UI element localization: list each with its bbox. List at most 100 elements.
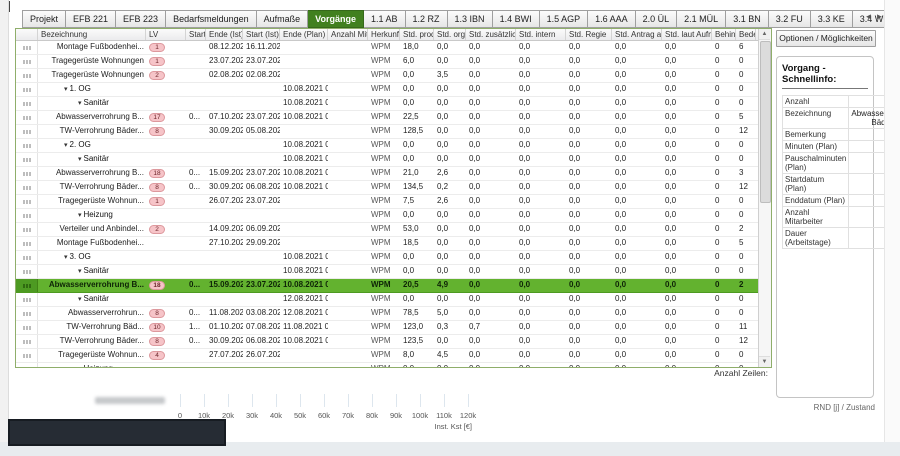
- tree-collapse-icon[interactable]: ▾: [78, 268, 82, 275]
- row-grip-cell[interactable]: [16, 321, 38, 334]
- tab-3-3-ke[interactable]: 3.3 KE: [810, 10, 853, 28]
- drag-handle-icon[interactable]: [23, 115, 31, 120]
- row-grip-cell[interactable]: [16, 349, 38, 362]
- table-row[interactable]: ▾Sanitär 10.08.2021 00:... WPM 0,0 0,0 0,0 0,0…: [16, 97, 758, 111]
- tree-collapse-icon[interactable]: ▾: [78, 100, 82, 107]
- scroll-up-icon[interactable]: ▲: [759, 29, 770, 40]
- tab-aufmaße[interactable]: Aufmaße: [256, 10, 309, 28]
- drag-handle-icon[interactable]: [23, 297, 31, 302]
- row-grip-cell[interactable]: [16, 209, 38, 222]
- drag-handle-icon[interactable]: [23, 241, 31, 246]
- table-row[interactable]: ▾Sanitär 10.08.2021 00:... WPM 0,0 0,0 0,0 0,0…: [16, 153, 758, 167]
- column-header[interactable]: Std. intern: [516, 29, 566, 40]
- table-row[interactable]: Montage Fußbodenhei... 1 08.12.202...16.11…: [16, 41, 758, 55]
- table-row[interactable]: Tragegerüste Wohnun... 1 26.07.202...23.07…: [16, 195, 758, 209]
- options-button[interactable]: Optionen / Möglichkeiten: [776, 30, 876, 47]
- table-row[interactable]: ▾3. OG 10.08.2021 00:... WPM 0,0 0,0 0,0 0,0 0,…: [16, 251, 758, 265]
- drag-handle-icon[interactable]: [23, 171, 31, 176]
- drag-handle-icon[interactable]: [23, 199, 31, 204]
- row-grip-cell[interactable]: [16, 139, 38, 152]
- row-grip-cell[interactable]: [16, 279, 38, 292]
- drag-handle-icon[interactable]: [23, 255, 31, 260]
- column-header[interactable]: Ende (Plan): [280, 29, 328, 40]
- column-header[interactable]: Bezeichnung: [38, 29, 146, 40]
- tree-collapse-icon[interactable]: ▾: [78, 212, 82, 219]
- row-grip-cell[interactable]: [16, 307, 38, 320]
- tree-collapse-icon[interactable]: ▾: [78, 156, 82, 163]
- tab-bedarfsmeldungen[interactable]: Bedarfsmeldungen: [166, 10, 257, 28]
- scroll-down-icon[interactable]: ▼: [759, 356, 770, 367]
- table-row[interactable]: ▾2. OG 10.08.2021 00:... WPM 0,0 0,0 0,0 0,0 0,…: [16, 139, 758, 153]
- row-grip-cell[interactable]: [16, 251, 38, 264]
- row-grip-cell[interactable]: [16, 293, 38, 306]
- column-header[interactable]: Std. zusätzlich: [466, 29, 516, 40]
- column-header[interactable]: Behinde: [712, 29, 736, 40]
- tab-1-4-bwi[interactable]: 1.4 BWI: [492, 10, 540, 28]
- drag-handle-icon[interactable]: [23, 129, 31, 134]
- tab-1-3-ibn[interactable]: 1.3 IBN: [447, 10, 493, 28]
- column-header[interactable]: Bedenke: [736, 29, 756, 40]
- column-header[interactable]: LV: [146, 29, 186, 40]
- drag-handle-icon[interactable]: [23, 73, 31, 78]
- column-header[interactable]: Std. Regie: [566, 29, 612, 40]
- tab-projekt[interactable]: Projekt: [22, 10, 67, 28]
- table-row[interactable]: Montage Fußbodenhei... 27.10.202...29.09.…: [16, 237, 758, 251]
- column-header[interactable]: Std. laut Aufmaß: [662, 29, 712, 40]
- drag-handle-icon[interactable]: [23, 353, 31, 358]
- table-row[interactable]: Abwasserverrohrung B... 18 0... 15.09.202..…: [16, 279, 758, 293]
- tab-3-1-bn[interactable]: 3.1 BN: [726, 10, 769, 28]
- column-header[interactable]: Herkunft: [368, 29, 400, 40]
- row-grip-cell[interactable]: [16, 237, 38, 250]
- tree-collapse-icon[interactable]: ▾: [64, 254, 68, 261]
- table-vertical-scrollbar[interactable]: ▲ ▼: [758, 29, 771, 367]
- tab-efb-221[interactable]: EFB 221: [66, 10, 117, 28]
- row-grip-cell[interactable]: [16, 363, 38, 367]
- tab-vorgänge[interactable]: Vorgänge: [308, 10, 364, 28]
- table-row[interactable]: Abwasserverrohrun... 8 0... 11.08.202...03.…: [16, 307, 758, 321]
- column-header[interactable]: Std. organis: [434, 29, 466, 40]
- tree-collapse-icon[interactable]: ▾: [64, 142, 68, 149]
- drag-handle-icon[interactable]: [23, 59, 31, 64]
- table-row[interactable]: Abwasserverrohrung B... 18 0... 15.09.202..…: [16, 167, 758, 181]
- row-grip-cell[interactable]: [16, 181, 38, 194]
- tree-collapse-icon[interactable]: ▾: [64, 86, 68, 93]
- drag-handle-icon[interactable]: [23, 101, 31, 106]
- drag-handle-icon[interactable]: [23, 269, 31, 274]
- row-grip-cell[interactable]: [16, 335, 38, 348]
- tab-1-1-ab[interactable]: 1.1 AB: [364, 10, 406, 28]
- column-header[interactable]: Anzahl Mitarbe: [328, 29, 368, 40]
- table-row[interactable]: ▾HeizungWPM0,00,00,00,00,00,00,000: [16, 363, 758, 367]
- column-header[interactable]: Std. produk: [400, 29, 434, 40]
- row-grip-cell[interactable]: [16, 195, 38, 208]
- drag-handle-icon[interactable]: [23, 311, 31, 316]
- table-row[interactable]: Tragegerüste Wohnun... 4 27.07.202...26.07…: [16, 349, 758, 363]
- tab-efb-223[interactable]: EFB 223: [116, 10, 167, 28]
- row-grip-cell[interactable]: [16, 153, 38, 166]
- column-header[interactable]: Start (Ist): [243, 29, 280, 40]
- drag-handle-icon[interactable]: [23, 143, 31, 148]
- table-row[interactable]: Tragegerüste Wohnungen 1 23.07.202...23.07…: [16, 55, 758, 69]
- row-grip-cell[interactable]: [16, 41, 38, 54]
- table-row[interactable]: Abwasserverrohrung B... 17 0... 07.10.202..…: [16, 111, 758, 125]
- tree-collapse-icon[interactable]: ▾: [78, 296, 82, 303]
- drag-handle-icon[interactable]: [23, 213, 31, 218]
- header-grip-spacer[interactable]: [16, 29, 38, 40]
- table-row[interactable]: Tragegerüste Wohnungen 2 02.08.202...02.08…: [16, 69, 758, 83]
- table-row[interactable]: Verteiler und Anbindel... 2 14.09.202...06…: [16, 223, 758, 237]
- row-grip-cell[interactable]: [16, 265, 38, 278]
- drag-handle-icon[interactable]: [23, 339, 31, 344]
- row-grip-cell[interactable]: [16, 83, 38, 96]
- column-header[interactable]: Start: [186, 29, 206, 40]
- table-row[interactable]: ▾Sanitär 12.08.2021 00:... WPM 0,0 0,0 0,0 0,0…: [16, 293, 758, 307]
- row-grip-cell[interactable]: [16, 167, 38, 180]
- drag-handle-icon[interactable]: [23, 283, 31, 288]
- drag-handle-icon[interactable]: [23, 87, 31, 92]
- row-grip-cell[interactable]: [16, 125, 38, 138]
- drag-handle-icon[interactable]: [23, 157, 31, 162]
- column-header[interactable]: Std. Antrag auf Rü: [612, 29, 662, 40]
- table-row[interactable]: TW-Verrohrung Bäder... 8 30.09.202...05.08…: [16, 125, 758, 139]
- tab-1-6-aaa[interactable]: 1.6 AAA: [588, 10, 636, 28]
- scrollbar-thumb[interactable]: [760, 41, 771, 203]
- row-grip-cell[interactable]: [16, 55, 38, 68]
- tree-collapse-icon[interactable]: ▾: [78, 366, 82, 367]
